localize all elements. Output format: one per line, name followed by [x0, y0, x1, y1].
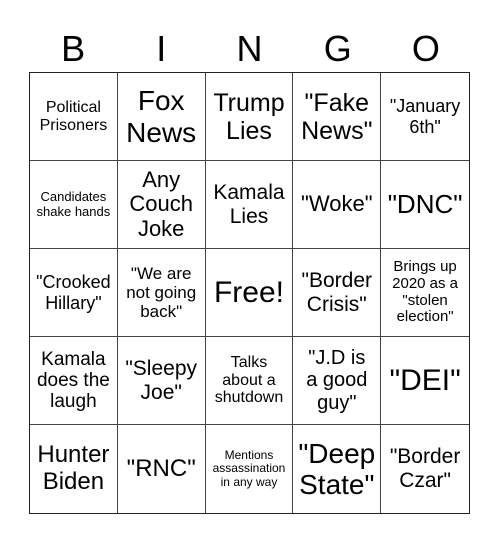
bingo-cell[interactable]: "RNC": [118, 425, 206, 513]
cell-text: "DEI": [389, 363, 461, 397]
cell-text: Brings up 2020 as a "stolen election": [392, 257, 459, 326]
bingo-cell[interactable]: Kamala does the laugh: [30, 337, 118, 425]
free-space-text: Free!: [213, 275, 284, 309]
bingo-cell[interactable]: "Crooked Hillary": [30, 249, 118, 337]
bingo-grid: Political Prisoners Fox News Trump Lies …: [29, 72, 470, 514]
bingo-cell[interactable]: Any Couch Joke: [117, 161, 206, 249]
bingo-cell[interactable]: Fox News: [117, 73, 206, 161]
cell-text: Kamala does the laugh: [36, 348, 110, 413]
cell-text: "Deep State": [298, 437, 376, 500]
cell-text: "Crooked Hillary": [36, 272, 111, 313]
cell-text: "We are not going back": [126, 263, 197, 322]
cell-text: "RNC": [126, 454, 196, 482]
cell-text: "J.D is a good guy": [306, 346, 368, 414]
header-letter-i: I: [156, 28, 167, 69]
cell-text: "Sleepy Joe": [125, 356, 198, 404]
bingo-cell[interactable]: Brings up 2020 as a "stolen election": [381, 249, 469, 337]
cell-text: "Border Czar": [389, 445, 461, 492]
bingo-header: B I N G O: [29, 26, 470, 72]
bingo-cell[interactable]: "DNC": [381, 161, 469, 249]
header-letter-o: O: [411, 28, 440, 69]
header-letter-g: G: [323, 28, 352, 69]
bingo-cell[interactable]: Trump Lies: [205, 73, 294, 161]
bingo-cell[interactable]: Talks about a shutdown: [205, 337, 294, 425]
bingo-cell[interactable]: Kamala Lies: [205, 161, 294, 249]
cell-text: Trump Lies: [213, 88, 285, 145]
cell-text: Candidates shake hands: [36, 188, 111, 219]
bingo-cell[interactable]: "Woke": [293, 161, 382, 249]
bingo-cell[interactable]: "J.D is a good guy": [293, 337, 382, 425]
cell-text: Kamala Lies: [213, 180, 285, 228]
cell-text: Talks about a shutdown: [214, 353, 284, 407]
bingo-cell[interactable]: Candidates shake hands: [30, 161, 118, 249]
cell-text: Any Couch Joke: [129, 166, 193, 241]
bingo-cell[interactable]: "DEI": [381, 337, 469, 425]
bingo-cell[interactable]: "Fake News": [293, 73, 382, 161]
free-space-cell[interactable]: Free!: [205, 249, 294, 337]
cell-text: "Border Crisis": [301, 268, 373, 316]
bingo-cell[interactable]: "Border Czar": [381, 425, 469, 513]
cell-text: "Woke": [301, 191, 373, 217]
cell-text: Hunter Biden: [37, 441, 110, 495]
cell-text: Political Prisoners: [39, 98, 108, 134]
cell-text: "DNC": [387, 188, 463, 219]
header-letter-n: N: [236, 28, 263, 69]
cell-text: Fox News: [126, 85, 197, 148]
bingo-cell[interactable]: "We are not going back": [117, 249, 206, 337]
bingo-cell[interactable]: "Sleepy Joe": [117, 337, 206, 425]
header-letter-b: B: [61, 28, 86, 69]
bingo-cell[interactable]: "Deep State": [293, 425, 382, 513]
bingo-cell[interactable]: "January 6th": [381, 73, 469, 161]
cell-text: "January 6th": [389, 96, 461, 137]
cell-text: Mentions assassination in any way: [212, 447, 286, 489]
bingo-cell[interactable]: Mentions assassination in any way: [206, 425, 294, 513]
bingo-cell[interactable]: Political Prisoners: [30, 73, 118, 161]
bingo-cell[interactable]: Hunter Biden: [30, 425, 118, 513]
bingo-cell[interactable]: "Border Crisis": [293, 249, 382, 337]
cell-text: "Fake News": [301, 88, 373, 145]
